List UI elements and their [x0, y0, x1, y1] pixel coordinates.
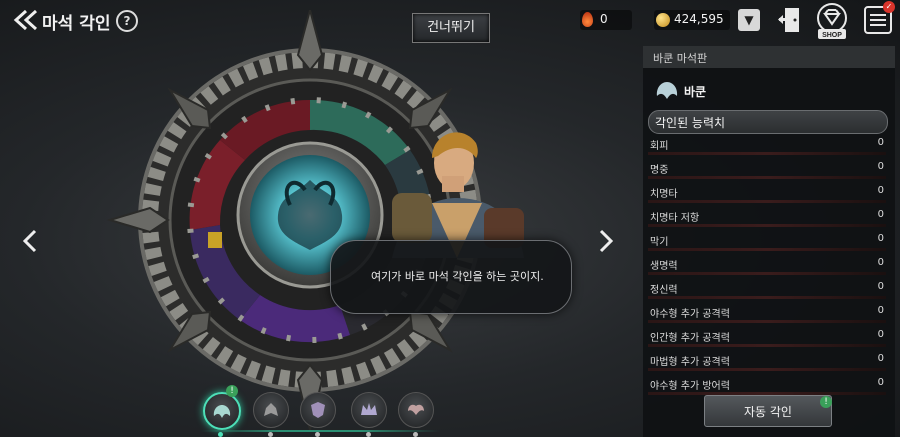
tab-board-1[interactable]	[203, 392, 241, 430]
tab-board-2[interactable]	[253, 392, 289, 428]
stat-row: 치명타 0	[648, 182, 886, 204]
stat-row: 야수형 추가 공격력 0	[648, 302, 886, 324]
stat-bar	[648, 344, 886, 347]
stat-bar	[648, 296, 886, 299]
stat-row: 마법형 추가 공격력 0	[648, 350, 886, 372]
npc-dialogue-bubble[interactable]: 여기가 바로 마석 각인을 하는 곳이지.	[330, 240, 572, 314]
stat-label: 생명력	[650, 261, 678, 272]
winged-emblem-icon	[213, 405, 231, 418]
stat-value: 0	[877, 257, 884, 268]
tab-board-4[interactable]	[351, 392, 387, 428]
stat-bar	[648, 320, 886, 323]
chevron-left-icon	[22, 229, 37, 253]
tab-board-5[interactable]	[398, 392, 434, 428]
stat-label: 야수형 추가 공격력	[650, 309, 730, 320]
tab-board-3[interactable]	[300, 392, 336, 428]
stat-row: 정신력 0	[648, 278, 886, 300]
crest-emblem-icon	[311, 402, 325, 418]
gold-currency: 424,595	[654, 10, 730, 30]
tab-dot	[268, 432, 273, 437]
stat-row: 명중 0	[648, 158, 886, 180]
stat-label: 치명타 저항	[650, 213, 700, 224]
tab-indicator-line	[200, 430, 440, 432]
tab-dot	[366, 432, 371, 437]
auto-engrave-button[interactable]: 자동 각인	[704, 395, 832, 427]
stat-value: 0	[877, 161, 884, 172]
engraved-stats-header: 각인된 능력치	[648, 110, 888, 134]
next-arrow-button[interactable]	[596, 228, 616, 254]
menu-notification-badge: ✓	[883, 1, 895, 13]
stat-bar	[648, 368, 886, 371]
tab-dot	[315, 432, 320, 437]
back-button[interactable]	[12, 8, 38, 32]
auto-engrave-badge: !	[820, 396, 832, 408]
stat-row: 막기 0	[648, 230, 886, 252]
stat-bar	[648, 176, 886, 179]
tab-notification-badge: !	[226, 385, 238, 397]
stat-value: 0	[877, 185, 884, 196]
tab-dot	[218, 432, 223, 437]
wing-emblem-icon	[408, 404, 424, 415]
stat-label: 인간형 추가 공격력	[650, 333, 730, 344]
red-gem-icon	[582, 12, 593, 27]
stat-label: 막기	[650, 237, 669, 248]
prev-arrow-button[interactable]	[20, 228, 40, 254]
stat-bar	[648, 200, 886, 203]
stat-value: 0	[877, 329, 884, 340]
npc-character	[372, 118, 542, 258]
crown-emblem-icon	[361, 403, 377, 415]
stat-bar	[648, 248, 886, 251]
stat-label: 명중	[650, 165, 669, 176]
stat-label: 치명타	[650, 189, 678, 200]
back-arrow-icon	[13, 9, 38, 31]
tab-dot	[413, 432, 418, 437]
stat-value: 0	[877, 377, 884, 388]
gold-currency-value: 424,595	[674, 12, 724, 26]
red-currency-value: 0	[600, 12, 608, 26]
stat-value: 0	[877, 281, 884, 292]
shop-diamond-icon: SHOP	[817, 3, 847, 39]
dialogue-text: 여기가 바로 마석 각인을 하는 곳이지.	[371, 270, 544, 283]
red-currency: 0	[580, 10, 632, 30]
beast-emblem-icon	[264, 403, 278, 416]
stat-row: 인간형 추가 공격력 0	[648, 326, 886, 348]
shop-label: SHOP	[822, 32, 842, 39]
stat-bar	[648, 272, 886, 275]
panel-header: 바쿤 마석판	[643, 46, 895, 68]
stat-value: 0	[877, 305, 884, 316]
gold-coin-icon	[656, 13, 670, 27]
auto-engrave-label: 자동 각인	[744, 405, 792, 419]
chevron-right-icon	[599, 229, 614, 253]
exit-door-icon[interactable]	[776, 6, 802, 34]
board-emblem-icon	[654, 78, 680, 102]
stat-label: 정신력	[650, 285, 678, 296]
stat-label: 마법형 추가 공격력	[650, 357, 730, 368]
stat-row: 야수형 추가 방어력 0	[648, 374, 886, 396]
stat-value: 0	[877, 233, 884, 244]
stat-bar	[648, 224, 886, 227]
stat-row: 치명타 저항 0	[648, 206, 886, 228]
stat-bar	[648, 152, 886, 155]
stat-value: 0	[877, 353, 884, 364]
section-title: 각인된 능력치	[655, 116, 726, 130]
stat-label: 야수형 추가 방어력	[650, 381, 730, 392]
stat-row: 회피 0	[648, 134, 886, 156]
shop-button[interactable]: SHOP	[814, 2, 850, 40]
stat-row: 생명력 0	[648, 254, 886, 276]
stat-value: 0	[877, 209, 884, 220]
stat-label: 회피	[650, 141, 669, 152]
panel-title: 바쿤 마석판	[653, 52, 708, 65]
board-name: 바쿤	[684, 85, 707, 99]
currency-dropdown-button[interactable]: ▼	[738, 9, 760, 31]
stat-value: 0	[877, 137, 884, 148]
